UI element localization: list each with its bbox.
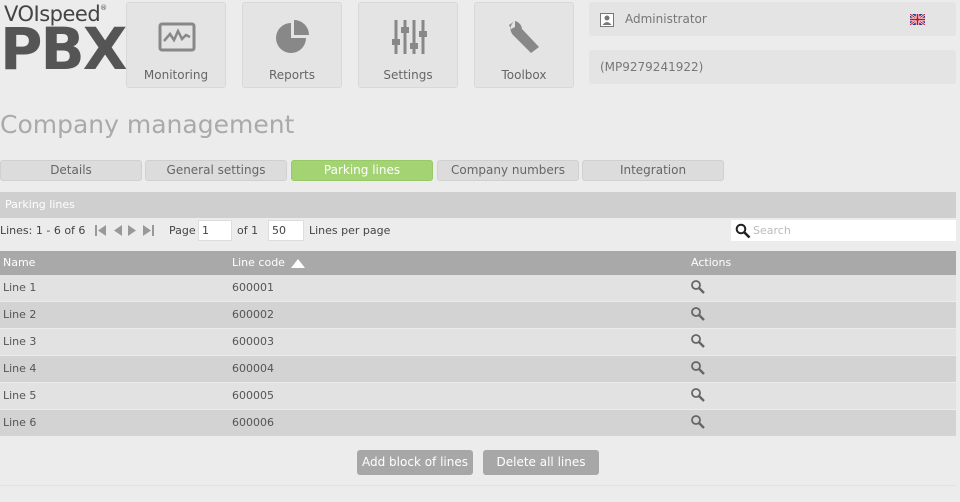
account-box: (MP9279241922): [589, 50, 956, 84]
view-details-icon[interactable]: [690, 333, 706, 349]
column-header-line-code[interactable]: Line code: [232, 256, 285, 269]
table-row: Line 5 600005: [0, 383, 956, 409]
logo-product: PBX: [0, 15, 127, 83]
cell-line-code: 600005: [232, 389, 274, 402]
page-count-label: of 1: [237, 224, 259, 237]
nav-settings-button[interactable]: Settings: [358, 2, 458, 88]
table-row: Line 1 600001: [0, 275, 956, 301]
delete-all-lines-button[interactable]: Delete all lines: [483, 450, 599, 475]
tab-details[interactable]: Details: [0, 160, 142, 181]
nav-label: Reports: [268, 68, 316, 82]
tab-parking-lines[interactable]: Parking lines: [291, 160, 433, 181]
nav-label: Monitoring: [143, 68, 209, 82]
table-row: Line 4 600004: [0, 356, 956, 382]
view-details-icon[interactable]: [690, 414, 706, 430]
prev-page-icon[interactable]: [111, 224, 124, 237]
table-row: Line 2 600002: [0, 302, 956, 328]
search-box[interactable]: [731, 220, 956, 241]
cell-name: Line 2: [3, 308, 37, 321]
search-icon: [735, 223, 751, 239]
column-header-name[interactable]: Name: [3, 256, 35, 269]
cell-line-code: 600003: [232, 335, 274, 348]
nav-label: Toolbox: [501, 68, 547, 82]
column-header-actions: Actions: [691, 256, 732, 269]
sort-ascending-icon[interactable]: [291, 259, 305, 268]
table-row: Line 6 600006: [0, 410, 956, 436]
view-details-icon[interactable]: [690, 279, 706, 295]
cell-line-code: 600006: [232, 416, 274, 429]
cell-name: Line 6: [3, 416, 37, 429]
user-box: Administrator: [589, 2, 956, 36]
user-name: Administrator: [625, 12, 707, 26]
panel-title: Parking lines: [0, 192, 956, 218]
page-number-input[interactable]: [198, 220, 232, 241]
search-input[interactable]: [753, 220, 953, 241]
cell-name: Line 3: [3, 335, 37, 348]
nav-toolbox-button[interactable]: Toolbox: [474, 2, 574, 88]
page-title: Company management: [0, 110, 295, 139]
page-label: Page: [169, 224, 196, 237]
nav-reports-button[interactable]: Reports: [242, 2, 342, 88]
table-header: Name Line code Actions: [0, 251, 956, 275]
tab-general-settings[interactable]: General settings: [145, 160, 287, 181]
account-id: (MP9279241922): [600, 60, 704, 74]
lines-info: Lines: 1 - 6 of 6: [0, 224, 86, 237]
last-page-icon[interactable]: [142, 224, 155, 237]
monitor-chart-icon: [158, 22, 196, 52]
view-details-icon[interactable]: [690, 360, 706, 376]
view-details-icon[interactable]: [690, 387, 706, 403]
cell-line-code: 600004: [232, 362, 274, 375]
cell-line-code: 600001: [232, 281, 274, 294]
uk-flag-icon[interactable]: [910, 14, 925, 25]
user-icon: [600, 13, 614, 27]
tab-integration[interactable]: Integration: [582, 160, 724, 181]
lines-per-page-input[interactable]: [268, 220, 304, 241]
add-block-of-lines-button[interactable]: Add block of lines: [357, 450, 473, 475]
sliders-icon: [392, 20, 427, 54]
footer-divider: [0, 485, 956, 486]
cell-line-code: 600002: [232, 308, 274, 321]
next-page-icon[interactable]: [126, 224, 139, 237]
wrench-icon: [509, 21, 539, 53]
first-page-icon[interactable]: [94, 224, 107, 237]
tab-company-numbers[interactable]: Company numbers: [437, 160, 579, 181]
nav-label: Settings: [383, 68, 433, 82]
voispeed-pbx-logo: VOIspeed® PBX: [0, 0, 127, 90]
lines-per-page-label: Lines per page: [309, 224, 391, 237]
table-row: Line 3 600003: [0, 329, 956, 355]
view-details-icon[interactable]: [690, 306, 706, 322]
cell-name: Line 4: [3, 362, 37, 375]
cell-name: Line 1: [3, 281, 37, 294]
cell-name: Line 5: [3, 389, 37, 402]
nav-monitoring-button[interactable]: Monitoring: [126, 2, 226, 88]
pie-chart-icon: [276, 20, 309, 53]
